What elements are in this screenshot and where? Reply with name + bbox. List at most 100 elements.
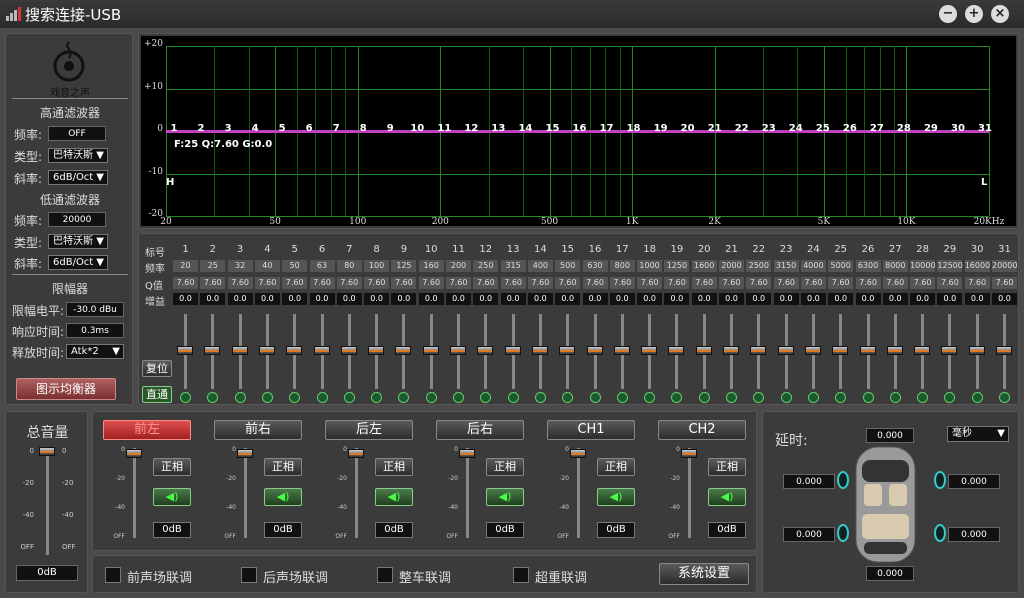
band-q-field[interactable]: 7.60 <box>418 277 444 289</box>
band-freq-field[interactable]: 10000 <box>910 260 936 272</box>
band-bypass-led[interactable] <box>589 392 601 403</box>
limiter-level-field[interactable]: -30.0 dBu <box>66 302 124 317</box>
band-marker[interactable]: 15 <box>544 123 560 134</box>
band-marker[interactable]: 21 <box>707 123 723 134</box>
phase-button[interactable]: 正相 <box>597 458 635 476</box>
band-bypass-led[interactable] <box>207 392 219 403</box>
band-gain-field[interactable]: 0.0 <box>664 293 690 305</box>
band-marker[interactable]: 1 <box>166 123 182 134</box>
band-freq-field[interactable]: 125 <box>391 260 417 272</box>
band-bypass-led[interactable] <box>234 392 246 403</box>
band-bypass-led[interactable] <box>917 392 929 403</box>
channel-button-0[interactable]: 前左 <box>103 420 191 440</box>
band-freq-field[interactable]: 50 <box>282 260 308 272</box>
band-marker[interactable]: 3 <box>220 123 236 134</box>
band-q-field[interactable]: 7.60 <box>282 277 308 289</box>
band-bypass-led[interactable] <box>698 392 710 403</box>
band-marker[interactable]: 17 <box>599 123 615 134</box>
band-q-field[interactable]: 7.60 <box>664 277 690 289</box>
hp-type-select[interactable]: 巴特沃斯 ▼ <box>48 148 108 163</box>
band-fader-knob[interactable] <box>204 346 221 355</box>
band-fader-knob[interactable] <box>859 346 876 355</box>
band-marker[interactable]: 30 <box>950 123 966 134</box>
band-freq-field[interactable]: 32 <box>227 260 253 272</box>
band-bypass-led[interactable] <box>726 392 737 403</box>
band-fader-knob[interactable] <box>941 346 958 355</box>
band-gain-field[interactable]: 0.0 <box>555 293 581 305</box>
lp-freq-field[interactable]: 20000 <box>48 212 106 227</box>
channel-gain-value[interactable]: 0dB <box>597 522 635 538</box>
band-gain-field[interactable]: 0.0 <box>964 293 990 305</box>
band-marker[interactable]: 29 <box>923 123 939 134</box>
band-fader-knob[interactable] <box>177 346 193 355</box>
delay-front-right-field[interactable]: 0.000 <box>948 474 1000 489</box>
channel-gain-value[interactable]: 0dB <box>486 522 524 538</box>
band-marker[interactable]: 28 <box>896 123 912 134</box>
band-fader-knob[interactable] <box>395 346 412 355</box>
band-freq-field[interactable]: 5000 <box>828 260 854 272</box>
band-gain-field[interactable]: 0.0 <box>773 293 799 305</box>
band-gain-field[interactable]: 0.0 <box>582 293 608 305</box>
band-marker[interactable]: 2 <box>193 123 209 134</box>
band-q-field[interactable]: 7.60 <box>336 277 362 289</box>
band-q-field[interactable]: 7.60 <box>555 277 581 289</box>
band-freq-field[interactable]: 8000 <box>882 260 908 272</box>
band-fader-knob[interactable] <box>368 346 385 355</box>
channel-button-2[interactable]: 后左 <box>325 420 413 440</box>
band-q-field[interactable]: 7.60 <box>691 277 717 289</box>
band-fader-knob[interactable] <box>586 346 603 355</box>
band-gain-field[interactable]: 0.0 <box>282 293 308 305</box>
band-bypass-led[interactable] <box>343 392 355 403</box>
band-bypass-led[interactable] <box>453 392 464 403</box>
band-q-field[interactable]: 7.60 <box>473 277 499 289</box>
band-bypass-led[interactable] <box>261 392 273 403</box>
band-marker[interactable]: 6 <box>301 123 317 134</box>
band-marker[interactable]: 22 <box>734 123 750 134</box>
band-marker[interactable]: 7 <box>328 123 344 134</box>
band-gain-field[interactable]: 0.0 <box>800 293 826 305</box>
band-q-field[interactable]: 7.60 <box>609 277 635 289</box>
band-q-field[interactable]: 7.60 <box>391 277 417 289</box>
master-volume-value[interactable]: 0dB <box>16 565 78 581</box>
band-bypass-led[interactable] <box>371 392 383 403</box>
band-fader-knob[interactable] <box>777 346 794 355</box>
band-gain-field[interactable]: 0.0 <box>992 293 1017 305</box>
band-q-field[interactable]: 7.60 <box>800 277 826 289</box>
delay-rear-left-field[interactable]: 0.000 <box>783 527 835 542</box>
band-fader-knob[interactable] <box>613 346 630 355</box>
band-fader-knob[interactable] <box>450 346 466 355</box>
band-q-field[interactable]: 7.60 <box>746 277 772 289</box>
band-gain-field[interactable]: 0.0 <box>227 293 253 305</box>
band-fader-knob[interactable] <box>668 346 685 355</box>
band-marker[interactable]: 9 <box>382 123 398 134</box>
band-bypass-led[interactable] <box>971 392 983 403</box>
band-marker[interactable]: 14 <box>517 123 533 134</box>
band-bypass-led[interactable] <box>562 392 574 403</box>
band-gain-field[interactable]: 0.0 <box>609 293 635 305</box>
channel-button-5[interactable]: CH2 <box>658 420 746 440</box>
channel-fader-knob[interactable] <box>681 449 697 458</box>
band-bypass-led[interactable] <box>180 392 191 403</box>
band-gain-field[interactable]: 0.0 <box>309 293 335 305</box>
band-marker[interactable]: 12 <box>463 123 479 134</box>
band-gain-field[interactable]: 0.0 <box>937 293 963 305</box>
band-q-field[interactable]: 7.60 <box>855 277 881 289</box>
band-freq-field[interactable]: 100 <box>364 260 390 272</box>
link-checkbox[interactable] <box>105 567 121 583</box>
band-freq-field[interactable]: 20 <box>173 260 198 272</box>
band-q-field[interactable]: 7.60 <box>719 277 744 289</box>
band-marker[interactable]: 25 <box>815 123 831 134</box>
band-gain-field[interactable]: 0.0 <box>473 293 499 305</box>
speaker-mute-icon[interactable]: ◀) <box>375 488 413 506</box>
limiter-attack-field[interactable]: 0.3ms <box>66 323 124 338</box>
band-bypass-led[interactable] <box>289 392 301 403</box>
band-gain-field[interactable]: 0.0 <box>364 293 390 305</box>
link-checkbox[interactable] <box>377 567 393 583</box>
band-marker[interactable]: 23 <box>761 123 777 134</box>
band-bypass-led[interactable] <box>316 392 328 403</box>
link-checkbox[interactable] <box>241 567 257 583</box>
band-bypass-led[interactable] <box>398 392 410 403</box>
band-q-field[interactable]: 7.60 <box>500 277 526 289</box>
band-q-field[interactable]: 7.60 <box>773 277 799 289</box>
band-marker[interactable]: 19 <box>653 123 669 134</box>
